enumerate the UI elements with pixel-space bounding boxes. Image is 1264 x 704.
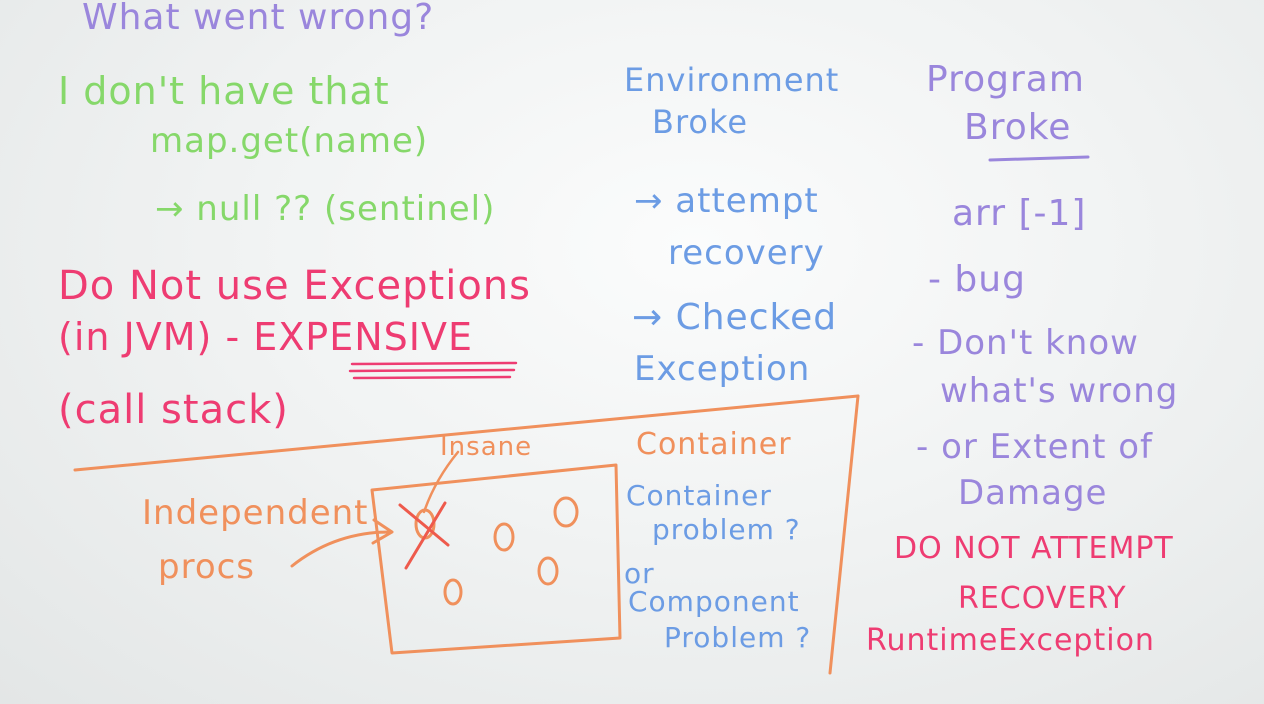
runtime-exception-text: RuntimeException <box>866 623 1155 658</box>
dont-know-line1: - Don't know <box>912 323 1139 363</box>
process-circle <box>493 522 515 552</box>
arr-example-text: arr [-1] <box>952 193 1087 234</box>
no-value-heading: I don't have that <box>58 69 390 113</box>
container-label: Container <box>636 427 792 462</box>
in-jvm-text: (in JVM) - <box>58 315 254 359</box>
board-title: What went wrong? <box>82 0 435 38</box>
program-heading-line1: Program <box>926 59 1085 100</box>
expensive-underline-3 <box>352 375 512 380</box>
checked-exception-line1: → Checked <box>632 297 838 338</box>
insane-label: Insane <box>440 432 533 462</box>
recovery-text: RECOVERY <box>958 581 1127 616</box>
attempt-recovery-line2: recovery <box>668 233 825 273</box>
call-stack-text: (call stack) <box>58 387 289 433</box>
x-mark-stroke-2 <box>404 501 447 570</box>
container-problem-line2: problem ? <box>652 513 801 546</box>
component-problem-line1: Component <box>628 585 800 618</box>
expensive-text: EXPENSIVE <box>253 315 473 359</box>
process-box <box>370 463 622 655</box>
container-problem-line1: Container <box>626 479 772 512</box>
no-exceptions-line1: Do Not use Exceptions <box>58 263 531 309</box>
bug-text: - bug <box>928 259 1026 300</box>
arrow-to-process-box <box>290 530 392 568</box>
process-circle <box>443 578 463 606</box>
extent-line2: Damage <box>958 473 1108 513</box>
process-circle <box>537 556 559 586</box>
checked-exception-line2: Exception <box>634 349 811 389</box>
expensive-underline-1 <box>350 361 518 366</box>
process-circle <box>553 496 579 528</box>
attempt-recovery-line1: → attempt <box>634 181 819 221</box>
program-heading-line2: Broke <box>964 107 1072 148</box>
environment-heading-line2: Broke <box>652 103 749 141</box>
dont-know-line2: what's wrong <box>940 371 1179 411</box>
null-sentinel-text: → null ?? (sentinel) <box>155 189 496 229</box>
map-get-text: map.get(name) <box>150 121 429 161</box>
whiteboard: What went wrong? I don't have that map.g… <box>0 0 1264 704</box>
independent-procs-line1: Independent <box>142 493 369 533</box>
container-right-border <box>828 394 860 675</box>
expensive-underline-2 <box>348 368 516 373</box>
program-broke-underline <box>988 155 1090 162</box>
environment-heading-line1: Environment <box>624 61 840 99</box>
do-not-attempt-text: DO NOT ATTEMPT <box>894 531 1174 566</box>
or-text: or <box>624 557 655 590</box>
independent-procs-line2: procs <box>158 547 256 587</box>
component-problem-line2: Problem ? <box>664 621 812 654</box>
extent-line1: - or Extent of <box>916 427 1153 467</box>
no-exceptions-line2: (in JVM) - EXPENSIVE <box>58 318 473 356</box>
